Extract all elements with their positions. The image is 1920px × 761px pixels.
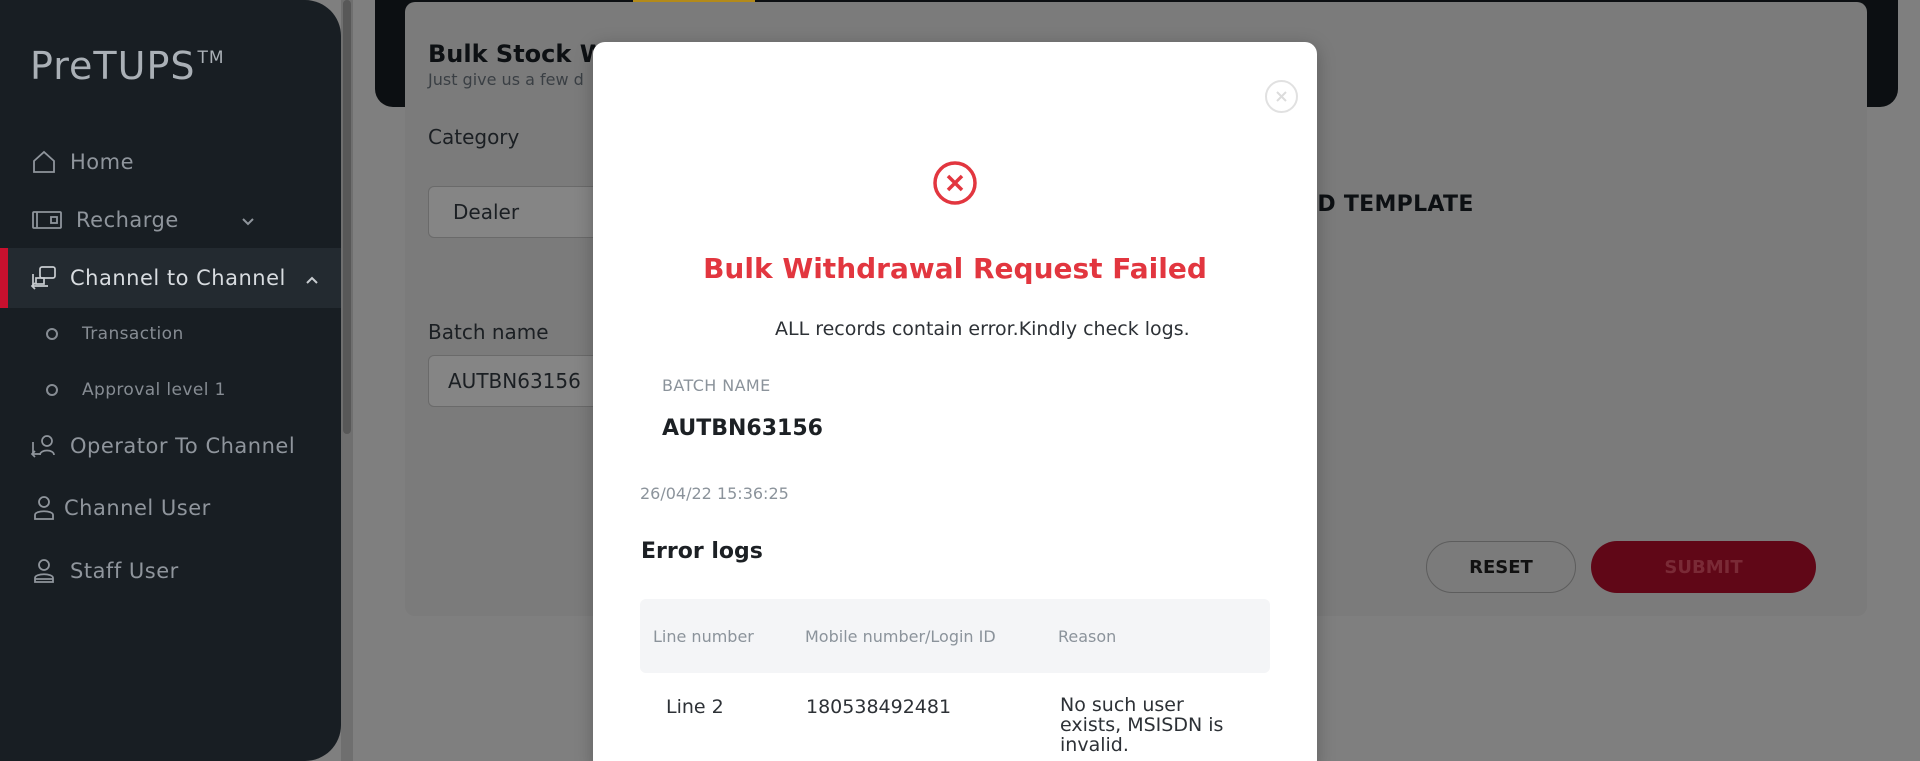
error-logs-header: Line number Mobile number/Login ID Reaso… (640, 599, 1270, 673)
timestamp: 26/04/22 15:36:25 (640, 484, 789, 503)
reset-button[interactable]: RESET (1426, 541, 1576, 593)
error-logs-title: Error logs (641, 539, 763, 564)
cell-mobile: 180538492481 (806, 696, 952, 718)
batch-name-label: Batch name (428, 320, 549, 344)
sidebar-subitem-approval-level-1[interactable]: Approval level 1 (0, 378, 341, 402)
submit-button[interactable]: SUBMIT (1591, 541, 1816, 593)
batch-name-label: BATCH NAME (662, 376, 771, 395)
sidebar-subitem-label: Approval level 1 (82, 380, 226, 400)
page-title: Bulk Stock Wi (428, 40, 615, 68)
staff-icon (30, 557, 58, 585)
sidebar-subitem-transaction[interactable]: Transaction (0, 322, 341, 346)
close-icon (1276, 91, 1287, 102)
sidebar: PreTUPS TM Home Recharge Channel to Chann… (0, 0, 341, 761)
chevron-down-icon (241, 208, 255, 232)
active-indicator (0, 248, 8, 308)
error-modal: Bulk Withdrawal Request Failed ALL recor… (593, 42, 1317, 761)
download-template-link[interactable]: AD TEMPLATE (1300, 192, 1474, 217)
recharge-icon (30, 206, 64, 234)
user-icon (30, 494, 58, 522)
modal-title: Bulk Withdrawal Request Failed (703, 252, 1207, 285)
column-header-line-number: Line number (653, 627, 754, 646)
chevron-up-icon (305, 266, 319, 290)
sidebar-item-home[interactable]: Home (0, 144, 341, 180)
brand-name: PreTUPS (30, 44, 196, 88)
home-icon (30, 148, 58, 176)
scrollbar-thumb[interactable] (343, 0, 351, 434)
error-icon (932, 160, 978, 206)
sidebar-item-staff-user[interactable]: Staff User (0, 553, 341, 589)
sidebar-item-label: Channel to Channel (70, 266, 286, 290)
sidebar-subitem-label: Transaction (82, 324, 184, 344)
brand-trademark: TM (197, 48, 225, 68)
sidebar-item-channel-user[interactable]: Channel User (0, 490, 341, 526)
channel-icon (30, 264, 58, 292)
column-header-reason: Reason (1058, 627, 1117, 646)
sidebar-item-label: Channel User (64, 496, 211, 520)
circle-icon (46, 328, 58, 340)
page-subtitle: Just give us a few d (428, 70, 584, 89)
sidebar-item-label: Operator To Channel (70, 434, 296, 458)
batch-name-value: AUTBN63156 (448, 369, 581, 393)
operator-icon (30, 432, 58, 460)
sidebar-item-recharge[interactable]: Recharge (0, 202, 341, 238)
batch-name-input[interactable]: AUTBN63156 (428, 355, 608, 407)
sidebar-item-label: Staff User (70, 559, 179, 583)
modal-message: ALL records contain error.Kindly check l… (775, 318, 1190, 340)
category-label: Category (428, 125, 520, 149)
close-button[interactable] (1265, 80, 1298, 113)
sidebar-item-label: Home (70, 150, 135, 174)
sidebar-item-operator-to-channel[interactable]: Operator To Channel (0, 428, 341, 464)
cell-line-number: Line 2 (666, 696, 724, 718)
brand-logo: PreTUPS TM (30, 44, 225, 88)
circle-icon (46, 384, 58, 396)
column-header-mobile: Mobile number/Login ID (805, 627, 996, 646)
batch-name-value: AUTBN63156 (662, 416, 823, 441)
category-value: Dealer (453, 200, 520, 224)
cell-reason: No such user exists, MSISDN is invalid. (1060, 694, 1224, 756)
category-select[interactable]: Dealer (428, 186, 608, 238)
sidebar-item-label: Recharge (76, 208, 179, 232)
sidebar-item-channel-to-channel[interactable]: Channel to Channel (0, 248, 341, 308)
